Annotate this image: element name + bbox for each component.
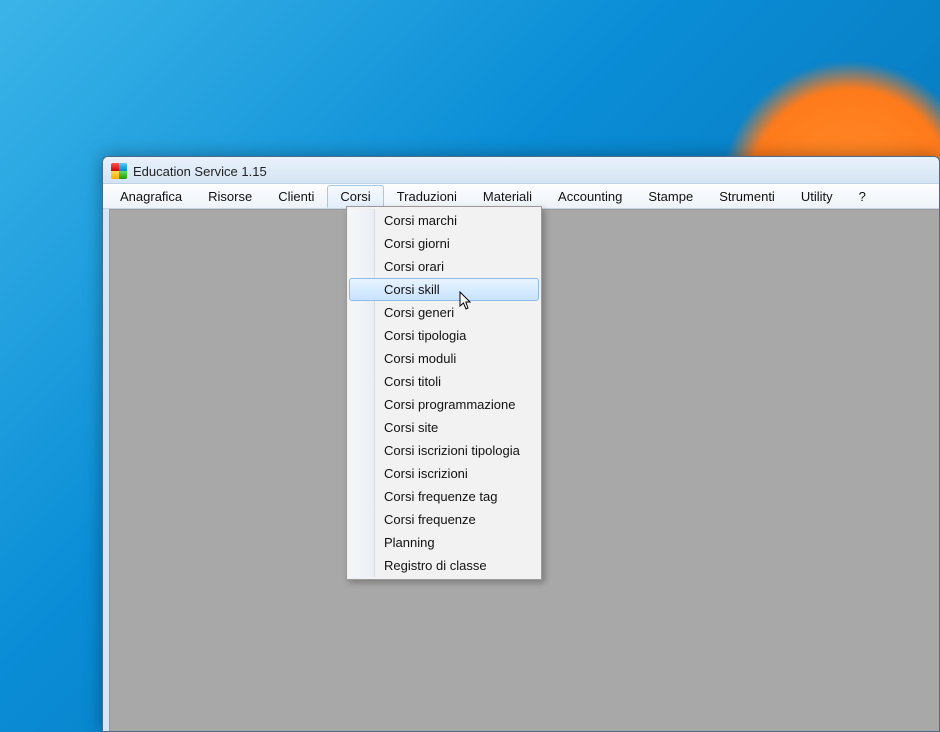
- dropdown-item-planning[interactable]: Planning: [349, 531, 539, 554]
- menu-utility[interactable]: Utility: [788, 185, 846, 208]
- menu-corsi[interactable]: Corsi: [327, 185, 383, 208]
- dropdown-corsi: Corsi marchi Corsi giorni Corsi orari Co…: [346, 206, 542, 580]
- app-icon: [111, 163, 127, 179]
- dropdown-item-corsi-programmazione[interactable]: Corsi programmazione: [349, 393, 539, 416]
- dropdown-item-corsi-giorni[interactable]: Corsi giorni: [349, 232, 539, 255]
- menu-traduzioni[interactable]: Traduzioni: [384, 185, 470, 208]
- app-window: Education Service 1.15 Anagrafica Risors…: [102, 156, 940, 732]
- dropdown-item-corsi-generi[interactable]: Corsi generi: [349, 301, 539, 324]
- desktop-background: Education Service 1.15 Anagrafica Risors…: [0, 0, 940, 732]
- window-title: Education Service 1.15: [133, 164, 267, 179]
- dropdown-item-corsi-site[interactable]: Corsi site: [349, 416, 539, 439]
- menu-clienti[interactable]: Clienti: [265, 185, 327, 208]
- menu-materiali[interactable]: Materiali: [470, 185, 545, 208]
- dropdown-item-corsi-iscrizioni-tipologia[interactable]: Corsi iscrizioni tipologia: [349, 439, 539, 462]
- dropdown-item-corsi-frequenze-tag[interactable]: Corsi frequenze tag: [349, 485, 539, 508]
- menu-accounting[interactable]: Accounting: [545, 185, 635, 208]
- dropdown-item-registro-di-classe[interactable]: Registro di classe: [349, 554, 539, 577]
- dropdown-item-corsi-tipologia[interactable]: Corsi tipologia: [349, 324, 539, 347]
- dropdown-item-corsi-marchi[interactable]: Corsi marchi: [349, 209, 539, 232]
- dropdown-item-corsi-moduli[interactable]: Corsi moduli: [349, 347, 539, 370]
- menu-stampe[interactable]: Stampe: [635, 185, 706, 208]
- dropdown-item-corsi-iscrizioni[interactable]: Corsi iscrizioni: [349, 462, 539, 485]
- dropdown-item-corsi-orari[interactable]: Corsi orari: [349, 255, 539, 278]
- menu-help[interactable]: ?: [846, 185, 879, 208]
- dropdown-item-corsi-frequenze[interactable]: Corsi frequenze: [349, 508, 539, 531]
- menu-strumenti[interactable]: Strumenti: [706, 185, 788, 208]
- menu-risorse[interactable]: Risorse: [195, 185, 265, 208]
- menu-anagrafica[interactable]: Anagrafica: [107, 185, 195, 208]
- titlebar[interactable]: Education Service 1.15: [103, 157, 939, 184]
- dropdown-item-corsi-titoli[interactable]: Corsi titoli: [349, 370, 539, 393]
- dropdown-item-corsi-skill[interactable]: Corsi skill: [349, 278, 539, 301]
